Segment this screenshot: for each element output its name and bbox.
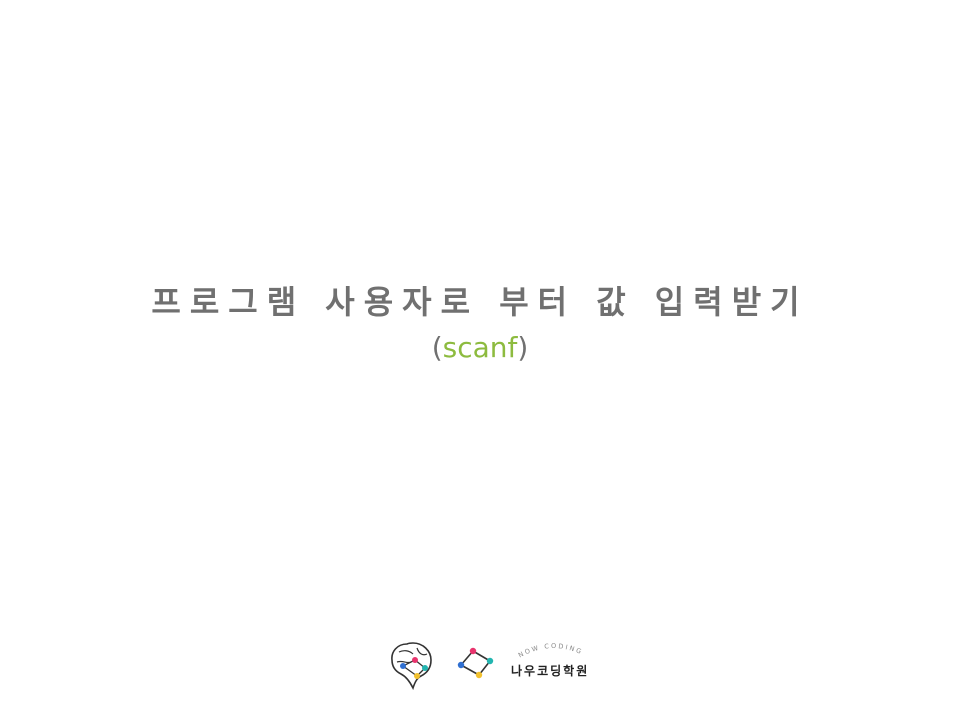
title-block: 프로그램 사용자로 부터 값 입력받기 (scanf) [0,280,960,368]
subtitle-close-paren: ) [517,331,529,364]
brand-wordmark: NOW CODING 나우코딩학원 [509,636,599,688]
connected-dots-logo-icon [457,647,494,679]
svg-text:NOW CODING: NOW CODING [517,642,584,659]
slide-title: 프로그램 사용자로 부터 값 입력받기 [151,283,809,321]
slide-subtitle: (scanf) [0,328,960,368]
subtitle-open-paren: ( [431,331,443,364]
brain-network-logo-icon [391,642,432,690]
brand-name: 나우코딩학원 [511,664,590,678]
subtitle-keyword: scanf [442,331,518,364]
brand-tagline: NOW CODING [517,642,582,659]
logo-group: NOW CODING 나우코딩학원 [385,636,605,692]
slide: 프로그램 사용자로 부터 값 입력받기 (scanf) NOW CODING 나… [0,0,960,720]
